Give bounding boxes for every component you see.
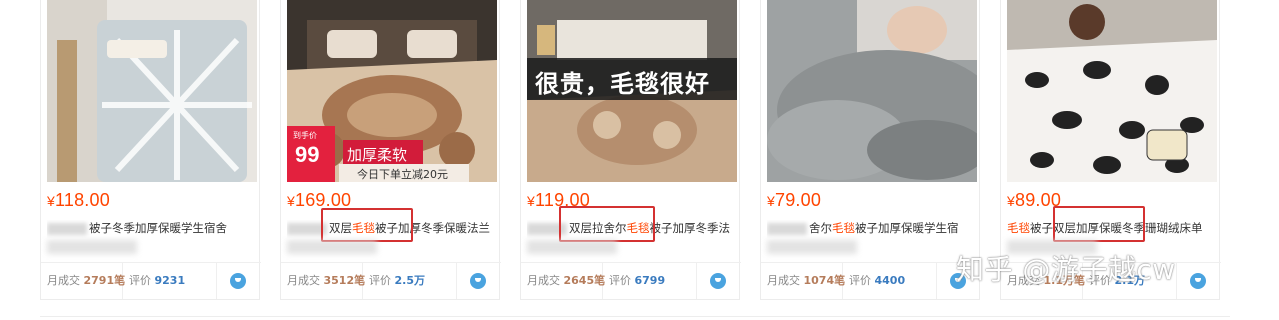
blurred-shop-name	[527, 240, 617, 254]
review-count[interactable]: 评价 9231	[123, 262, 217, 299]
product-price: ¥118.00	[47, 190, 110, 210]
product-card[interactable]: 到手价 99 加厚柔软 今日下单立减20元 ¥169.00 双层毛毯被子加厚冬季…	[280, 0, 501, 300]
highlight-box	[1053, 206, 1145, 242]
chat-icon[interactable]	[217, 263, 259, 299]
product-price: ¥79.00	[767, 190, 822, 210]
chat-icon[interactable]	[1177, 263, 1219, 299]
product-stats: 月成交 2791笔 评价 9231	[41, 262, 261, 299]
blurred-shop-name	[47, 240, 137, 254]
review-count[interactable]: 评价 6799	[603, 262, 697, 299]
blurred-shop-name	[767, 240, 857, 254]
product-card[interactable]: 很贵，毛毯很好 ¥119.00 双层拉舍尔毛毯被子加厚冬季法 月成交 2645笔…	[520, 0, 741, 300]
image-caption: 很贵，毛毯很好	[535, 70, 710, 98]
promo-badge-price: 99	[295, 142, 320, 167]
product-title[interactable]: 被子冬季加厚保暖学生宿舍	[47, 220, 257, 238]
blurred-shop-name	[287, 240, 377, 254]
product-image[interactable]: 很贵，毛毯很好	[527, 0, 737, 182]
monthly-sales: 月成交 3512笔	[281, 262, 365, 299]
chat-icon[interactable]	[697, 263, 739, 299]
highlight-box	[321, 208, 413, 242]
promo-badge-text: 加厚柔软	[347, 146, 408, 164]
product-card[interactable]: ¥118.00 被子冬季加厚保暖学生宿舍 月成交 2791笔 评价 9231	[40, 0, 261, 300]
product-image[interactable]	[767, 0, 977, 182]
product-title[interactable]: 舍尔毛毯被子加厚保暖学生宿	[767, 220, 977, 238]
product-image[interactable]: 到手价 99 加厚柔软 今日下单立减20元	[287, 0, 497, 182]
product-image[interactable]	[47, 0, 257, 182]
zhihu-watermark: 知乎 @游子越cw	[956, 253, 1176, 286]
highlight-box	[559, 206, 655, 242]
divider	[40, 316, 1230, 317]
promo-badge-label: 到手价	[293, 131, 317, 140]
product-stats: 月成交 1074笔 评价 4400	[761, 262, 981, 299]
product-card[interactable]: ¥79.00 舍尔毛毯被子加厚保暖学生宿 月成交 1074笔 评价 4400	[760, 0, 981, 300]
product-image[interactable]	[1007, 0, 1217, 182]
review-count[interactable]: 评价 4400	[843, 262, 937, 299]
promo-badge-sub: 今日下单立减20元	[357, 168, 448, 181]
monthly-sales: 月成交 1074笔	[761, 262, 845, 299]
review-count[interactable]: 评价 2.5万	[363, 262, 457, 299]
product-stats: 月成交 2645笔 评价 6799	[521, 262, 741, 299]
chat-icon[interactable]	[457, 263, 499, 299]
monthly-sales: 月成交 2645笔	[521, 262, 605, 299]
monthly-sales: 月成交 2791笔	[41, 262, 125, 299]
product-stats: 月成交 3512笔 评价 2.5万	[281, 262, 501, 299]
